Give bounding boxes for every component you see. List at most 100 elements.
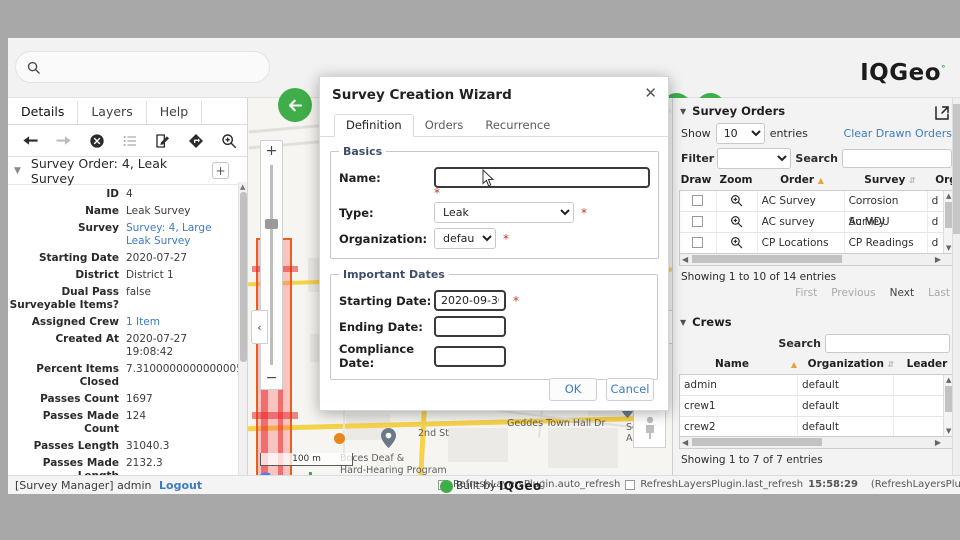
name-input[interactable]: [434, 167, 650, 188]
search-input[interactable]: [47, 60, 257, 74]
scroll-left-arrow[interactable]: ◀: [682, 438, 688, 447]
crews-horizontal-scrollbar[interactable]: ◀ ▶: [679, 437, 954, 449]
column-leader[interactable]: Leader: [901, 358, 953, 370]
tab-orders[interactable]: Orders: [414, 115, 475, 136]
tab-details[interactable]: Details: [8, 101, 79, 124]
crews-search-input[interactable]: [825, 334, 950, 353]
pager-last[interactable]: Last: [928, 287, 950, 299]
type-select[interactable]: LeakCorrosionACCP: [434, 202, 574, 223]
cancel-button[interactable]: Cancel: [606, 377, 654, 401]
chevron-down-icon[interactable]: ▼: [680, 107, 686, 116]
column-draw[interactable]: Draw: [677, 174, 715, 186]
zoom-cell[interactable]: [717, 232, 758, 253]
scroll-up-arrow[interactable]: ▲: [240, 183, 245, 191]
survey-orders-filter-row: Filter Search: [673, 146, 960, 171]
column-order[interactable]: Order ▲: [757, 174, 847, 186]
zoom-in-button[interactable]: +: [261, 141, 282, 162]
draw-checkbox-cell[interactable]: [680, 232, 717, 253]
column-name[interactable]: Name: [677, 358, 787, 370]
table-row[interactable]: crew2 default: [680, 416, 953, 436]
table-row[interactable]: AC Survey Corrosion Survey d: [680, 191, 953, 228]
entries-per-page-select[interactable]: 102550100: [715, 123, 765, 144]
survey-orders-search-input[interactable]: [842, 149, 952, 168]
draw-checkbox-cell[interactable]: [680, 211, 717, 233]
table-row[interactable]: CP Locations CP Readings d: [680, 232, 953, 253]
zoom-in-icon[interactable]: [730, 195, 743, 207]
starting-date-input[interactable]: [434, 290, 506, 311]
clear-selection-button[interactable]: [80, 126, 113, 156]
pager-next[interactable]: Next: [890, 287, 914, 299]
tab-definition[interactable]: Definition: [334, 114, 414, 137]
filter-select[interactable]: [717, 148, 792, 169]
chevron-down-icon[interactable]: ▼: [680, 318, 686, 327]
table-row[interactable]: admin default: [680, 375, 953, 396]
history-back-button[interactable]: [14, 126, 47, 156]
scroll-thumb[interactable]: [953, 104, 960, 234]
logout-link[interactable]: Logout: [159, 479, 202, 492]
scroll-thumb[interactable]: [692, 255, 842, 263]
zoom-thumb[interactable]: [265, 219, 278, 229]
zoom-to-feature-button[interactable]: [212, 126, 245, 156]
chevron-down-icon[interactable]: ▼: [14, 166, 21, 176]
scroll-up-arrow[interactable]: ▲: [946, 376, 951, 384]
results-list-button[interactable]: [113, 126, 146, 156]
last-refresh-checkbox[interactable]: [625, 479, 636, 490]
zoom-in-icon[interactable]: [730, 216, 743, 228]
global-search[interactable]: [15, 51, 270, 83]
survey-orders-horizontal-scrollbar[interactable]: ◀ ▶: [679, 254, 954, 266]
dialog-tabs: Definition Orders Recurrence: [320, 113, 668, 137]
column-organization[interactable]: Organization ⇵: [801, 358, 901, 370]
table-row[interactable]: AC survey Ac MDU d: [680, 211, 953, 233]
map-zoom-slider[interactable]: + −: [260, 140, 283, 390]
table-row[interactable]: crew1 default: [680, 395, 953, 417]
collapse-left-panel-handle[interactable]: ‹: [251, 310, 268, 344]
column-survey[interactable]: Survey ⇵: [847, 174, 933, 186]
ok-button[interactable]: OK: [549, 377, 597, 401]
scroll-up-arrow[interactable]: ▲: [946, 192, 951, 200]
directions-button[interactable]: [179, 126, 212, 156]
scroll-left-arrow[interactable]: ◀: [682, 255, 688, 264]
close-icon[interactable]: ✕: [644, 86, 657, 101]
zoom-track[interactable]: [270, 165, 273, 365]
pager-previous[interactable]: Previous: [831, 287, 875, 299]
popout-icon[interactable]: [934, 105, 950, 121]
right-panel-scrollbar[interactable]: [952, 98, 960, 494]
pager-first[interactable]: First: [795, 287, 817, 299]
scroll-right-arrow[interactable]: ▶: [935, 438, 941, 447]
scroll-down-arrow[interactable]: ▼: [946, 244, 951, 252]
order-cell: CP Locations: [758, 232, 845, 253]
scroll-right-arrow[interactable]: ▶: [935, 255, 941, 264]
zoom-cell[interactable]: [717, 211, 758, 233]
field-value[interactable]: Survey: 4, Large Leak Survey: [126, 222, 236, 248]
history-forward-button[interactable]: [47, 126, 80, 156]
last-refresh-time: 15:58:29: [808, 479, 858, 490]
scroll-down-arrow[interactable]: ▼: [946, 427, 951, 435]
tab-help[interactable]: Help: [147, 101, 203, 124]
add-button[interactable]: +: [212, 162, 229, 179]
field-value[interactable]: 1 Item: [126, 316, 236, 329]
tab-recurrence[interactable]: Recurrence: [474, 115, 561, 136]
draw-checkbox[interactable]: [692, 195, 704, 206]
scroll-thumb[interactable]: [240, 192, 247, 362]
zoom-in-icon[interactable]: [730, 237, 743, 249]
draw-checkbox-cell[interactable]: [680, 191, 717, 212]
tab-layers[interactable]: Layers: [78, 101, 147, 124]
zoom-out-button[interactable]: −: [261, 368, 282, 389]
zoom-cell[interactable]: [717, 191, 758, 212]
map-marker-dot[interactable]: [334, 433, 345, 444]
field-value: 31040.3: [126, 440, 170, 452]
clear-drawn-orders-link[interactable]: Clear Drawn Orders: [844, 127, 952, 140]
back-button[interactable]: [278, 88, 312, 122]
draw-checkbox[interactable]: [692, 216, 704, 227]
field-row: District District 1: [8, 269, 240, 282]
street-view-pegman[interactable]: [633, 408, 666, 448]
column-zoom[interactable]: Zoom: [715, 174, 757, 186]
left-panel-scrollbar[interactable]: ▲ ▼: [238, 182, 247, 494]
compliance-date-input[interactable]: [434, 345, 506, 367]
organization-select[interactable]: default: [434, 228, 496, 249]
draw-checkbox[interactable]: [692, 237, 704, 248]
edit-feature-button[interactable]: [146, 126, 179, 156]
scroll-thumb[interactable]: [692, 438, 822, 446]
ending-date-input[interactable]: [434, 316, 506, 337]
map-pin[interactable]: [381, 428, 396, 448]
